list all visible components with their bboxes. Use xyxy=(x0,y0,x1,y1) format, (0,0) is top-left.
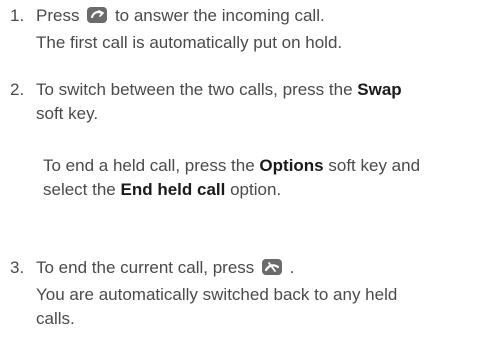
step-line: You are automatically switched back to a… xyxy=(36,285,398,304)
note-text-segment: select the xyxy=(43,180,116,199)
step-line: calls. xyxy=(36,309,75,328)
step-text-segment: . xyxy=(289,258,295,277)
step-line: Press to answer the incoming call. xyxy=(36,4,342,31)
send-call-icon xyxy=(86,6,108,31)
step-line: To switch between the two calls, press t… xyxy=(36,78,402,102)
note-line: To end a held call, press the Options so… xyxy=(43,154,420,178)
swap-soft-key-label: Swap xyxy=(357,80,402,99)
step-number: 1. xyxy=(10,6,25,25)
step-line: To end the current call, press . xyxy=(36,256,397,283)
step-line: The first call is automatically put on h… xyxy=(36,33,343,52)
step-number: 3. xyxy=(10,258,25,277)
note-text-segment: option. xyxy=(230,180,282,199)
step-text-segment: To end the current call, press xyxy=(36,258,255,277)
step-line: soft key. xyxy=(36,104,99,123)
note-text-segment: To end a held call, press the xyxy=(43,156,255,175)
step-text: To end the current call, press . You are… xyxy=(36,256,397,331)
step-number: 2. xyxy=(10,80,25,99)
step-text: To switch between the two calls, press t… xyxy=(36,78,402,126)
end-call-icon xyxy=(261,258,283,283)
options-soft-key-label: Options xyxy=(259,156,324,175)
note-text: To end a held call, press the Options so… xyxy=(43,154,420,202)
note-line: select the End held call option. xyxy=(43,178,420,202)
end-held-call-option-label: End held call xyxy=(120,180,226,199)
step-text-segment: to answer the incoming call. xyxy=(114,6,325,25)
step-text-segment: Press xyxy=(36,6,80,25)
note-text-segment: soft key and xyxy=(328,156,421,175)
step-text-segment: To switch between the two calls, press t… xyxy=(36,80,353,99)
step-text: Press to answer the incoming call. The f… xyxy=(36,4,342,55)
